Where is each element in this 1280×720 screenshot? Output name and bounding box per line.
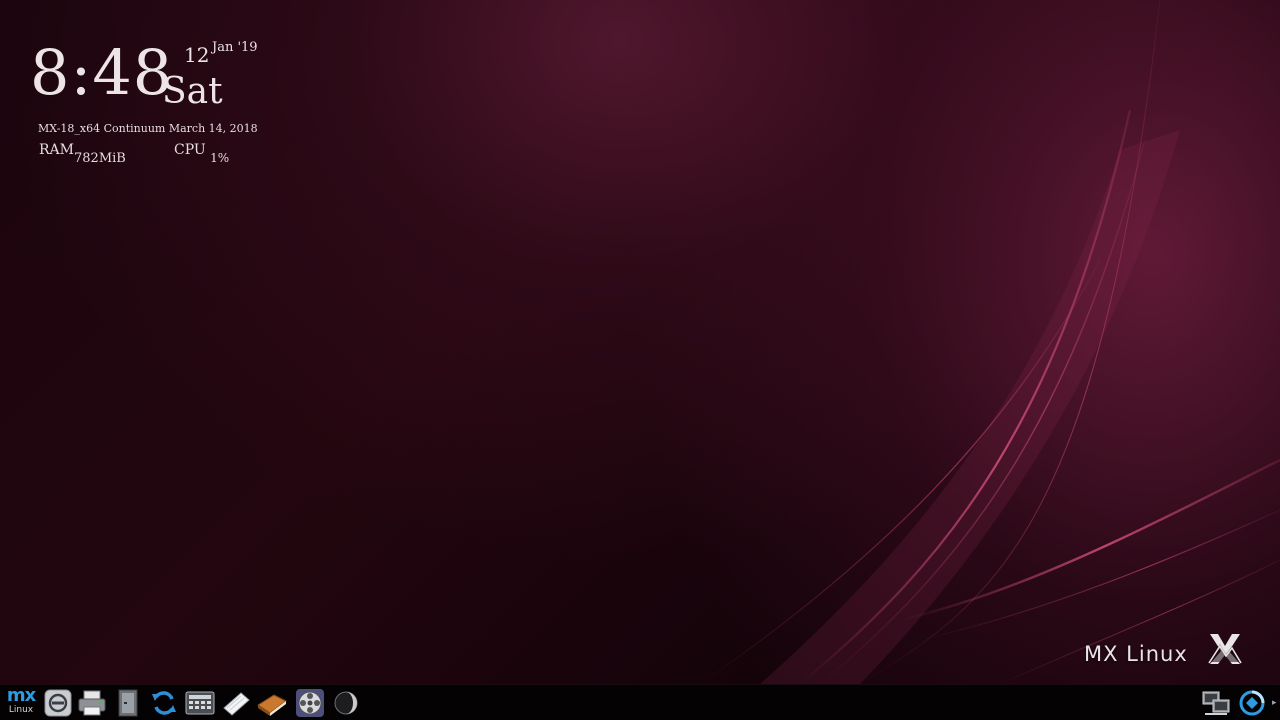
launcher-power[interactable]	[42, 687, 74, 719]
clock-time: 8:48	[30, 36, 174, 109]
ram-stat: RAM782MiB	[39, 142, 126, 166]
cpu-value: 1%	[210, 151, 230, 165]
clock-month-year: Jan '19	[212, 40, 258, 55]
system-info-line: MX-18_x64 Continuum March 14, 2018	[38, 122, 258, 135]
book-manual-icon	[257, 694, 287, 716]
launcher-printer[interactable]	[76, 687, 108, 719]
taskbar: mx Linux ▸	[0, 684, 1280, 720]
mx-menu-button[interactable]: mx Linux	[2, 687, 40, 719]
power-off-icon	[44, 689, 72, 717]
mx-updater-icon	[1239, 690, 1265, 716]
launcher-file-manager[interactable]	[112, 687, 144, 719]
conky-widget: 8:48 12 Jan '19 Sat MX-18_x64 Continuum …	[30, 38, 280, 178]
mx-menu-mx-text: mx	[6, 685, 36, 706]
clock-day-of-month: 12	[184, 43, 210, 67]
mx-menu-linux-text: Linux	[8, 705, 34, 715]
brand-text: MX Linux	[1084, 642, 1188, 666]
ram-label: RAM	[39, 142, 74, 158]
tray-updater[interactable]	[1236, 687, 1268, 719]
launcher-calculator[interactable]	[184, 687, 216, 719]
launcher-update[interactable]	[148, 687, 180, 719]
cpu-stat: CPU 1%	[174, 142, 229, 165]
clock-weekday: Sat	[162, 71, 223, 112]
mx-x-logo-icon	[1208, 634, 1242, 664]
network-wired-icon	[1202, 691, 1230, 715]
printer-icon	[78, 690, 106, 716]
launcher-moon[interactable]	[330, 687, 362, 719]
moon-icon	[334, 691, 358, 715]
text-editor-icon	[223, 692, 250, 716]
calculator-icon	[185, 691, 215, 715]
tray-expand-chevron-icon[interactable]: ▸	[1272, 697, 1278, 709]
tray-network[interactable]	[1200, 687, 1232, 719]
ram-value: 782MiB	[74, 151, 126, 166]
media-player-reel-icon	[296, 689, 324, 717]
refresh-update-icon	[152, 691, 176, 715]
cpu-label: CPU	[174, 142, 206, 158]
file-manager-icon	[118, 689, 138, 717]
mx-linux-watermark: MX Linux	[1082, 630, 1252, 676]
launcher-text-editor[interactable]	[220, 687, 252, 719]
launcher-manual[interactable]	[256, 687, 288, 719]
desktop[interactable]: 8:48 12 Jan '19 Sat MX-18_x64 Continuum …	[0, 0, 1280, 684]
launcher-media-player[interactable]	[294, 687, 326, 719]
